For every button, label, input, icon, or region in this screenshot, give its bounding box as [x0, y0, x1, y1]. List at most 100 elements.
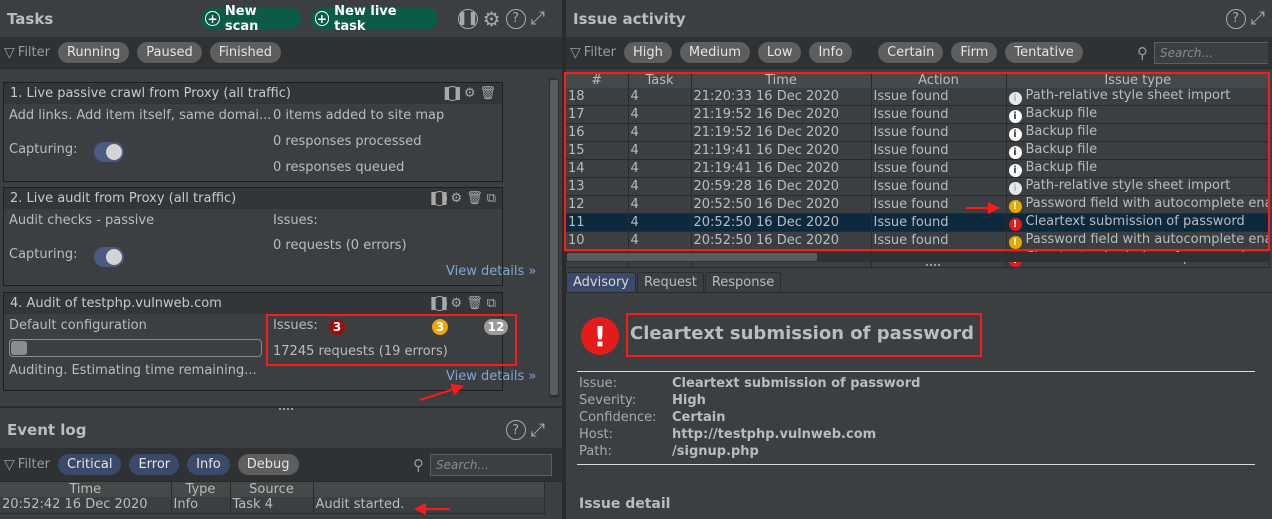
advisory-panel: ! Cleartext submission of password Issue…	[566, 292, 1272, 519]
view-details-link[interactable]: View details »	[446, 264, 536, 279]
expand-icon[interactable]: ⤢	[531, 420, 545, 441]
column-header-task[interactable]: Task	[628, 73, 692, 88]
issue-type: Path-relative style sheet import	[1025, 178, 1231, 193]
filter-info[interactable]: Info	[809, 42, 853, 63]
event-log-row[interactable]: 20:52:42 16 Dec 2020 Info Task 4 Audit star…	[0, 497, 545, 514]
issue-task: 4	[628, 177, 692, 196]
issue-action: Issue found	[871, 88, 1007, 106]
search-icon: ⚲	[413, 455, 424, 474]
popout-icon[interactable]: ⧉	[487, 191, 496, 206]
expand-icon[interactable]: ⤢	[531, 8, 545, 29]
help-icon[interactable]: ?	[1225, 8, 1246, 29]
divider	[577, 371, 1255, 372]
event-log-search-input[interactable]: Search...	[430, 453, 552, 476]
issue-type: Password field with autocomplete enabled	[1025, 232, 1269, 247]
task-list-scrollbar[interactable]	[549, 78, 559, 398]
filter-finished[interactable]: Finished	[209, 42, 282, 63]
pause-icon[interactable]: ❚❚	[428, 296, 450, 311]
tab-request[interactable]: Request	[637, 272, 704, 292]
requests-count: 0 requests (0 errors)	[273, 238, 407, 253]
filter-high[interactable]: High	[623, 42, 672, 63]
issue-time: 20:52:50 16 Dec 2020	[691, 195, 872, 214]
advisory-field: Host: http://testphp.vulnweb.com	[579, 427, 876, 442]
column-header-time[interactable]: Time	[691, 73, 872, 88]
filter-tentative[interactable]: Tentative	[1005, 42, 1083, 63]
issue-number: 13	[566, 177, 629, 196]
filter-running[interactable]: Running	[57, 42, 130, 63]
issue-row[interactable]: 18 4 21:20:33 16 Dec 2020 Issue found i Path-…	[566, 88, 1270, 106]
pause-icon[interactable]: ❚❚	[457, 8, 479, 29]
gear-icon[interactable]: ⚙	[464, 86, 476, 101]
issue-row[interactable]: 11 4 20:52:50 16 Dec 2020 Issue found! Clear…	[566, 213, 1270, 232]
column-header-issue-type[interactable]: Issue type	[1006, 73, 1270, 88]
issue-row[interactable]: 15 4 21:19:41 16 Dec 2020 Issue found i Backu…	[566, 141, 1270, 160]
tab-response[interactable]: Response	[704, 272, 782, 292]
issue-action: Issue found	[871, 177, 1007, 196]
filter-info[interactable]: Info	[187, 454, 230, 475]
issue-filter-bar: ▽ Filter High Medium Low Info Certain Fi…	[566, 37, 1272, 69]
new-scan-button[interactable]: + New scan	[201, 4, 301, 34]
info-issues-badge[interactable]: 12	[484, 319, 508, 335]
issue-row[interactable]: 16 4 21:19:52 16 Dec 2020 Issue found i Backu…	[566, 123, 1270, 142]
capturing-toggle[interactable]	[94, 247, 124, 267]
filter-medium[interactable]: Medium	[679, 42, 750, 63]
column-header-source[interactable]: Source	[230, 482, 314, 497]
detail-tabs: Advisory Request Response	[566, 272, 782, 292]
gear-icon[interactable]: ⚙	[451, 296, 463, 311]
issue-row[interactable]: 17 4 21:19:52 16 Dec 2020 Issue found i Backu…	[566, 105, 1270, 124]
issue-row[interactable]: 13 4 20:59:28 16 Dec 2020 Issue found i Path-…	[566, 177, 1270, 196]
help-icon[interactable]: ?	[505, 8, 526, 29]
field-label: Host:	[579, 427, 613, 442]
trash-icon[interactable]: 🗑	[466, 191, 483, 206]
column-header-type[interactable]: Type	[171, 482, 231, 497]
divider	[577, 464, 1255, 465]
task-list: 1. Live passive crawl from Proxy (all tr…	[0, 72, 562, 406]
medium-issues-badge[interactable]: 3	[432, 319, 448, 335]
filter-debug[interactable]: Debug	[237, 454, 299, 475]
filter-firm[interactable]: Firm	[951, 42, 998, 63]
issue-time: 20:59:28 16 Dec 2020	[691, 177, 872, 196]
issue-row[interactable]: 12 4 20:52:50 16 Dec 2020 Issue found! Passw…	[566, 195, 1270, 214]
advisory-field: Confidence: Certain	[579, 410, 725, 425]
tab-advisory[interactable]: Advisory	[566, 272, 636, 292]
gear-icon[interactable]: ⚙	[483, 7, 501, 31]
pause-icon[interactable]: ❚❚	[428, 191, 450, 206]
issue-row[interactable]: 10 4 20:52:50 16 Dec 2020 Issue found! Passw…	[566, 231, 1270, 250]
gear-icon[interactable]: ⚙	[451, 191, 463, 206]
help-icon[interactable]: ?	[505, 420, 526, 440]
issue-number: 16	[566, 123, 629, 142]
issue-search-input[interactable]: Search...	[1154, 41, 1268, 64]
issue-activity-title: Issue activity	[573, 9, 686, 28]
event-type: Info	[171, 497, 231, 514]
column-header-message[interactable]	[313, 482, 545, 497]
splitter-grip[interactable]	[926, 264, 940, 268]
column-header-action[interactable]: Action	[871, 73, 1007, 88]
expand-icon[interactable]: ⤢	[1251, 8, 1265, 29]
popout-icon[interactable]: ⧉	[487, 296, 496, 311]
tasks-pane: Tasks + New scan + New live task ❚❚ ⚙ ? …	[0, 0, 562, 519]
issue-table-hscrollbar[interactable]	[566, 252, 1270, 262]
trash-icon[interactable]: 🗑	[466, 296, 483, 311]
filter-certain[interactable]: Certain	[878, 42, 944, 63]
issue-time: 21:20:33 16 Dec 2020	[691, 88, 872, 106]
filter-low[interactable]: Low	[757, 42, 802, 63]
search-icon: ⚲	[1137, 43, 1148, 62]
issue-row[interactable]: 14 4 21:19:41 16 Dec 2020 Issue found i Backu…	[566, 159, 1270, 178]
field-label: Confidence:	[579, 410, 657, 425]
tasks-title: Tasks	[7, 9, 54, 28]
filter-error[interactable]: Error	[129, 454, 180, 475]
filter-critical[interactable]: Critical	[57, 454, 122, 475]
column-header-time[interactable]: Time	[0, 482, 172, 497]
issue-action: Issue found	[871, 213, 1007, 232]
trash-icon[interactable]: 🗑	[479, 86, 496, 101]
capturing-toggle[interactable]	[94, 142, 124, 162]
issue-task: 4	[628, 195, 692, 214]
new-live-task-button[interactable]: + New live task	[310, 4, 438, 34]
pause-icon[interactable]: ❚❚	[441, 86, 463, 101]
issue-type-cell: i Path-relative style sheet import	[1006, 88, 1270, 106]
high-issues-badge[interactable]: 3	[329, 319, 345, 335]
filter-paused[interactable]: Paused	[137, 42, 202, 63]
column-header-number[interactable]: #	[566, 73, 629, 88]
issue-number: 10	[566, 231, 629, 250]
issue-type: Backup file	[1025, 142, 1098, 157]
